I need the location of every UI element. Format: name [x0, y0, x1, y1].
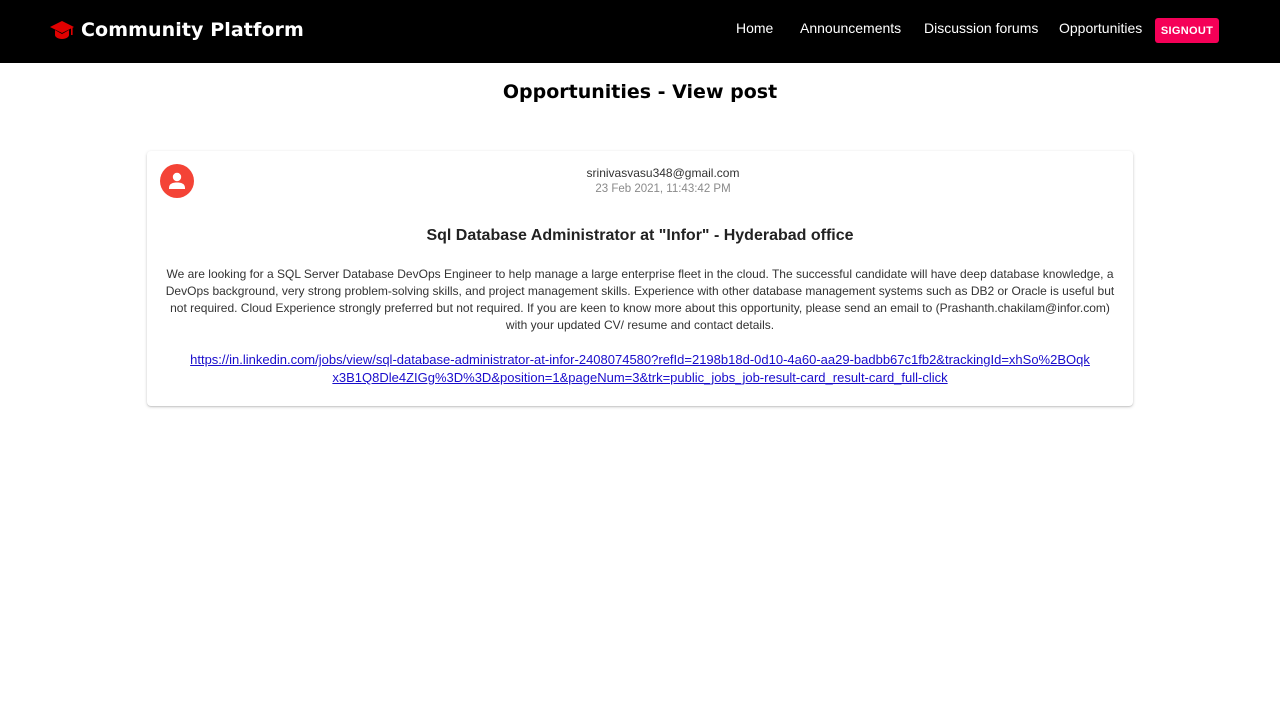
- graduation-cap-icon: [50, 21, 74, 39]
- nav-link-announcements[interactable]: Announcements: [800, 20, 901, 36]
- nav-link-home[interactable]: Home: [736, 20, 773, 36]
- nav-link-discussion-forums[interactable]: Discussion forums: [924, 20, 1038, 36]
- post-date: 23 Feb 2021, 11:43:42 PM: [595, 183, 731, 195]
- post-external-link[interactable]: https://in.linkedin.com/jobs/view/sql-da…: [187, 351, 1093, 387]
- post-body: We are looking for a SQL Server Database…: [165, 267, 1115, 332]
- brand-title: Community Platform: [81, 19, 304, 41]
- brand-logo-link[interactable]: Community Platform: [49, 19, 304, 41]
- author-email: srinivasvasu348@gmail.com: [586, 166, 740, 180]
- post-title: Sql Database Administrator at "Infor" - …: [426, 227, 854, 244]
- top-navbar: Community Platform Home Announcements Di…: [0, 0, 1280, 63]
- signout-button[interactable]: SIGNOUT: [1155, 18, 1219, 43]
- nav-link-opportunities[interactable]: Opportunities: [1059, 20, 1142, 36]
- page-title: Opportunities - View post: [502, 81, 778, 103]
- post-card: srinivasvasu348@gmail.com 23 Feb 2021, 1…: [147, 151, 1133, 406]
